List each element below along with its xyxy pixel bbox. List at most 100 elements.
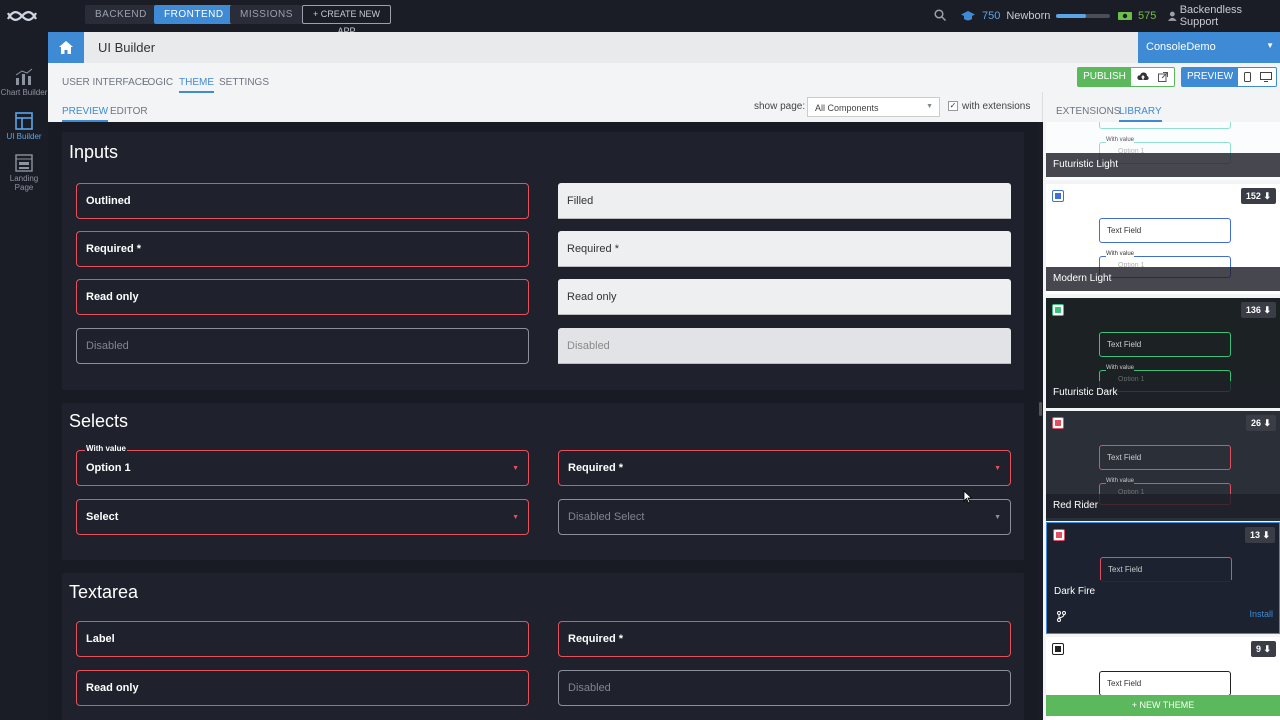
section-title: Textarea [69,582,139,602]
subtab-preview[interactable]: PREVIEW [62,106,109,122]
panel-resize-handle[interactable] [1039,402,1042,416]
user-icon [1168,11,1177,21]
theme-checkbox[interactable] [1052,417,1064,429]
theme-text-field: Text Field [1099,445,1231,470]
select-label: Disabled Select [568,511,645,523]
chevron-down-icon: ▼ [1266,41,1274,50]
download-count[interactable]: 26 ⬇ [1245,415,1276,431]
download-count[interactable]: 136 ⬇ [1240,302,1276,318]
section-title: Inputs [69,142,119,162]
theme-card-futuristic-light[interactable]: With value Option 1 Futuristic Light [1046,122,1280,180]
selects-section: Selects With value Option 1 ▼ Required *… [62,403,1024,560]
subtab-editor[interactable]: EDITOR [110,106,148,117]
chart-icon [15,68,33,85]
coins-value: 575 [1138,10,1157,22]
theme-name: Futuristic Dark [1046,381,1280,405]
nav-backend[interactable]: BACKEND [85,5,157,24]
filled-required-input[interactable]: Required * [558,231,1011,267]
theme-library: With value Option 1 Futuristic Light 152… [1043,122,1280,720]
rank-progress-bar [1056,14,1111,18]
publish-button[interactable]: PUBLISH [1078,68,1131,86]
tab-settings[interactable]: SETTINGS [219,77,269,88]
ui-builder-icon [15,112,33,130]
fork-icon[interactable] [1057,611,1066,622]
user-menu[interactable]: Backendless Support [1168,0,1280,32]
builder-header: UI Builder [48,32,1138,63]
show-page-label: show page: [754,101,806,112]
backendless-logo[interactable] [6,5,38,27]
coins-info[interactable]: 575 [1117,0,1156,32]
inputs-section: Inputs Outlined Required * Read only Dis… [62,132,1024,390]
select-empty[interactable]: Select ▼ [76,499,529,535]
download-count[interactable]: 9 ⬇ [1250,641,1276,657]
theme-preview: Inputs Outlined Required * Read only Dis… [48,122,1038,720]
tab-extensions[interactable]: EXTENSIONS [1056,106,1120,117]
create-new-app-button[interactable]: + CREATE NEW APP [302,5,391,36]
theme-checkbox[interactable] [1052,304,1064,316]
outlined-readonly-input[interactable]: Read only [76,279,529,315]
download-count[interactable]: 13 ⬇ [1244,527,1275,543]
install-button[interactable]: Install [1249,609,1273,619]
outlined-required-input[interactable]: Required * [76,231,529,267]
textarea-label[interactable]: Label [76,621,529,657]
select-required[interactable]: Required * ▼ [558,450,1011,486]
external-link-icon[interactable] [1158,72,1168,82]
filled-input[interactable]: Filled [558,183,1011,219]
cloud-upload-icon[interactable] [1137,71,1149,82]
home-button[interactable] [48,32,84,63]
theme-card-modern-light[interactable]: 152 ⬇ Text Field With value Option 1 Mod… [1046,184,1280,294]
filled-readonly-input[interactable]: Read only [558,279,1011,315]
xp-value: 750 [982,10,1001,22]
download-count[interactable]: 152 ⬇ [1240,188,1276,204]
select-float-label: With value [85,444,127,453]
tab-user-interface[interactable]: USER INTERFACE [62,77,149,88]
nav-missions[interactable]: MISSIONS [230,5,303,24]
tab-logic[interactable]: LOGIC [142,77,173,88]
show-page-value: All Components [815,103,879,113]
left-rail: Chart Builder UI Builder Landing Page [0,32,48,720]
download-count-value: 152 [1245,191,1261,201]
download-count-value: 136 [1245,305,1261,315]
rail-chart-builder[interactable]: Chart Builder [0,68,48,97]
select-label: Select [86,511,119,523]
nav-frontend[interactable]: FRONTEND [154,5,234,24]
app-selector[interactable]: ConsoleDemo ▼ [1138,32,1280,63]
theme-select-label: With value [1106,137,1135,143]
top-bar: BACKEND FRONTEND MISSIONS + CREATE NEW A… [0,0,1280,36]
theme-checkbox[interactable] [1052,190,1064,202]
rail-label: Landing Page [9,174,39,192]
download-count-value: 9 [1255,644,1261,654]
theme-name: Modern Light [1046,267,1280,291]
search-icon[interactable] [934,9,946,21]
theme-card-futuristic-dark[interactable]: 136 ⬇ Text Field With value Option 1 Fut… [1046,298,1280,408]
select-with-value[interactable]: With value Option 1 ▼ [76,444,529,486]
tab-theme[interactable]: THEME [179,77,214,93]
desktop-icon[interactable] [1260,72,1272,82]
theme-card-dark-fire[interactable]: 13 ⬇ Text Field Dark Fire Install [1046,522,1280,634]
theme-card-red-rider[interactable]: 26 ⬇ Text Field With value Option 1 Red … [1046,411,1280,521]
preview-button[interactable]: PREVIEW [1182,68,1238,86]
textarea-required[interactable]: Required * [558,621,1011,657]
with-extensions-checkbox[interactable]: ✓ [948,101,958,111]
section-title: Selects [69,411,129,431]
theme-checkbox[interactable] [1053,529,1065,541]
mobile-icon[interactable] [1244,72,1251,82]
new-theme-button[interactable]: + NEW THEME [1046,695,1280,716]
rail-ui-builder[interactable]: UI Builder [0,112,48,141]
rank-info[interactable]: 750 Newborn [960,0,1111,32]
select-disabled: Disabled Select ▼ [558,499,1011,535]
textarea-readonly[interactable]: Read only [76,670,529,706]
divider [1042,92,1043,122]
show-page-select[interactable]: All Components ▼ [807,97,940,117]
theme-text-field [1099,122,1231,129]
theme-text-field: Text Field [1100,557,1232,582]
theme-checkbox[interactable] [1052,643,1064,655]
rank-label: Newborn [1006,10,1051,22]
chevron-down-icon: ▼ [994,514,1001,521]
rail-landing-page[interactable]: Landing Page [0,154,48,192]
tab-library[interactable]: LIBRARY [1119,106,1162,122]
theme-text-field: Text Field [1099,671,1231,696]
app-name: ConsoleDemo [1146,41,1216,53]
outlined-input[interactable]: Outlined [76,183,529,219]
theme-text-field: Text Field [1099,218,1231,243]
